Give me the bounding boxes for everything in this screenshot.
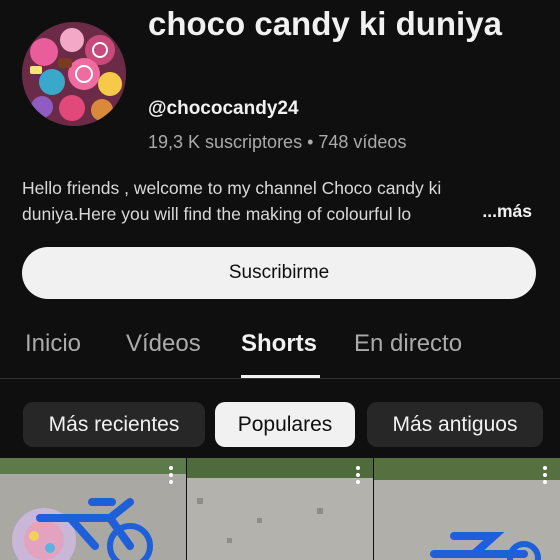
channel-avatar[interactable] bbox=[22, 22, 126, 126]
channel-name: choco candy ki duniya bbox=[148, 5, 502, 42]
filter-chip-recent[interactable]: Más recientes bbox=[23, 402, 205, 447]
description-line-2: duniya.Here you will find the making of … bbox=[22, 204, 412, 224]
tab-en-directo[interactable]: En directo bbox=[354, 330, 462, 358]
active-tab-indicator bbox=[241, 375, 320, 378]
tab-shorts[interactable]: Shorts bbox=[241, 330, 317, 358]
more-options-icon[interactable] bbox=[166, 464, 176, 486]
short-thumbnail-2[interactable] bbox=[187, 458, 373, 560]
description-line-1: Hello friends , welcome to my channel Ch… bbox=[22, 178, 442, 198]
channel-description[interactable]: Hello friends , welcome to my channel Ch… bbox=[22, 175, 538, 227]
subscribe-button[interactable]: Suscribirme bbox=[22, 247, 536, 299]
more-options-icon[interactable] bbox=[540, 464, 550, 486]
filter-chip-oldest[interactable]: Más antiguos bbox=[367, 402, 543, 447]
channel-handle: @chococandy24 bbox=[148, 98, 299, 119]
more-options-icon[interactable] bbox=[353, 464, 363, 486]
channel-tabs: Inicio Vídeos Shorts En directo bbox=[0, 320, 560, 379]
filter-chip-popular[interactable]: Populares bbox=[215, 402, 355, 447]
short-thumbnail-3[interactable] bbox=[374, 458, 560, 560]
tab-videos[interactable]: Vídeos bbox=[126, 330, 201, 358]
more-link[interactable]: ...más bbox=[478, 201, 532, 222]
channel-stats: 19,3 K suscriptores • 748 vídeos bbox=[148, 132, 407, 152]
tab-inicio[interactable]: Inicio bbox=[25, 330, 81, 358]
short-thumbnail-1[interactable] bbox=[0, 458, 186, 560]
